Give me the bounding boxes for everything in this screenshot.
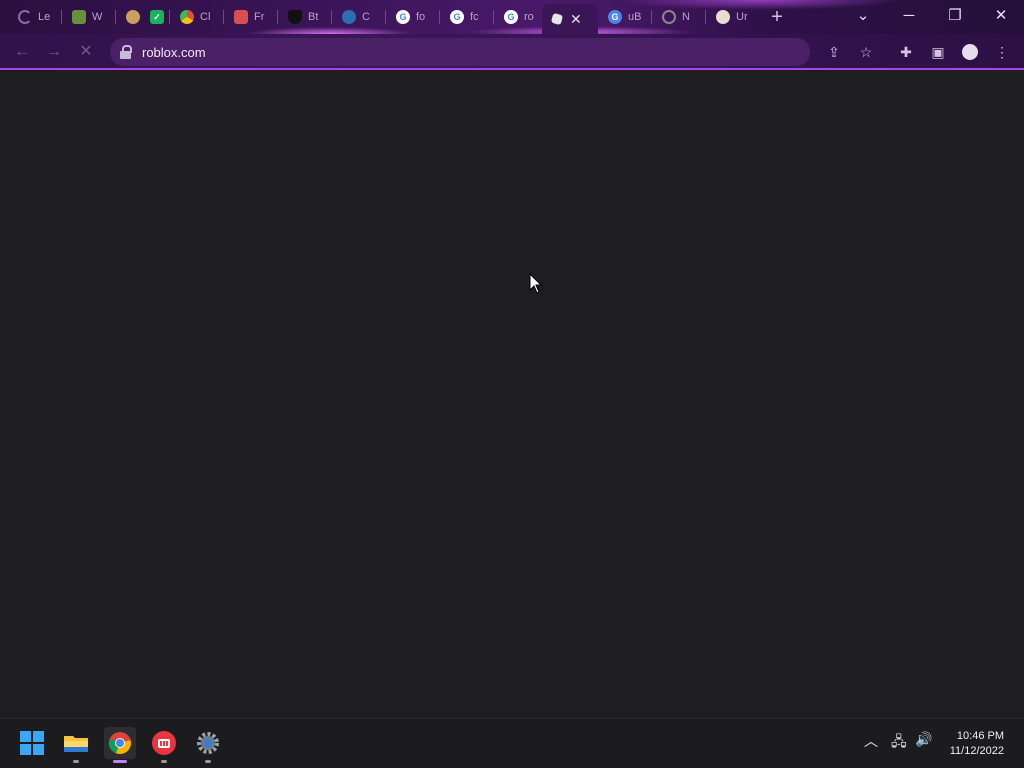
tab-title: fc — [470, 11, 479, 23]
clock-date: 11/12/2022 — [949, 745, 1004, 757]
clock-time: 10:46 PM — [956, 730, 1004, 742]
address-bar[interactable]: roblox.com — [110, 38, 810, 66]
network-button[interactable]: 🖧 — [891, 731, 907, 755]
riot-fist-icon — [152, 731, 176, 755]
lock-icon[interactable] — [120, 45, 132, 59]
side-panel-icon: ▣ — [931, 44, 945, 60]
tab-title: Fr — [254, 11, 265, 23]
tab-roblox-active[interactable]: ✕ — [542, 4, 598, 34]
store-icon — [234, 10, 248, 24]
extensions-button[interactable]: ✚ — [896, 42, 916, 62]
kebab-menu-icon: ⋮ — [995, 44, 1009, 60]
minecraft-block-icon — [72, 10, 86, 24]
stop-loading-button[interactable]: ✕ — [74, 40, 98, 64]
google-icon: G — [504, 10, 518, 24]
gear-icon — [197, 732, 219, 754]
close-icon: ✕ — [994, 7, 1008, 24]
tab-10[interactable]: G ro — [494, 4, 538, 30]
menu-button[interactable]: ⋮ — [992, 42, 1012, 62]
forward-button[interactable]: → — [42, 40, 66, 64]
page-content-area[interactable] — [0, 70, 1024, 718]
mouse-pointer-icon — [529, 272, 543, 294]
restore-button[interactable]: ❐ — [932, 0, 978, 30]
tab-2[interactable] — [116, 4, 140, 30]
google-icon: G — [450, 10, 464, 24]
close-tab-icon[interactable]: ✕ — [570, 11, 582, 28]
tab-title: Le — [38, 11, 51, 23]
chevron-down-icon: ⌄ — [856, 7, 870, 24]
volume-button[interactable]: 🔊 — [915, 731, 932, 748]
google-translate-icon: G — [608, 10, 622, 24]
chromium-icon — [180, 10, 194, 24]
tab-12[interactable]: G uB — [598, 4, 642, 30]
tab-13[interactable]: N — [652, 4, 696, 30]
tab-title: Cl — [200, 11, 211, 23]
windows-taskbar: ︿ 🖧 🔊 10:46 PM 11/12/2022 — [0, 718, 1024, 768]
new-tab-button[interactable]: + — [766, 6, 788, 28]
close-window-button[interactable]: ✕ — [978, 0, 1024, 30]
arrow-left-icon: ← — [14, 43, 30, 60]
minimize-button[interactable]: ─ — [886, 0, 932, 30]
tab-title: C — [362, 11, 370, 23]
bookmark-button[interactable]: ☆ — [856, 42, 876, 62]
taskbar-riot-client[interactable] — [148, 727, 180, 763]
network-icon: 🖧 — [891, 733, 907, 749]
restore-icon: ❐ — [948, 7, 962, 24]
arrow-right-icon: → — [46, 43, 62, 60]
puzzle-icon: ✚ — [900, 44, 912, 60]
tab-title: W — [92, 11, 103, 23]
chrome-icon — [108, 732, 131, 755]
star-icon: ☆ — [859, 44, 873, 60]
tab-6[interactable]: Bt — [278, 4, 322, 30]
tab-title: N — [682, 11, 690, 23]
tab-0[interactable]: Le — [8, 4, 52, 30]
browser-toolbar: ← → ✕ roblox.com ⇪ ☆ ✚ ▣ ⋮ — [0, 34, 1024, 70]
tab-4[interactable]: Cl — [170, 4, 214, 30]
taskbar-chrome[interactable] — [104, 727, 136, 763]
close-icon: ✕ — [79, 43, 93, 60]
tab-9[interactable]: G fc — [440, 4, 484, 30]
tab-title: uB — [628, 11, 642, 23]
tab-5[interactable]: Fr — [224, 4, 268, 30]
tab-14[interactable]: Ur — [706, 4, 750, 30]
steam-icon — [342, 10, 356, 24]
tab-title: ro — [524, 11, 534, 23]
tab-3[interactable]: ✓ — [140, 4, 164, 30]
browser-tab-strip: Le W ✓ Cl Fr Bt C G fo G fc G ro ✕ G uB … — [0, 0, 1024, 34]
tab-title: Ur — [736, 11, 748, 23]
google-icon: G — [396, 10, 410, 24]
volume-icon: 🔊 — [915, 731, 933, 747]
tab-7[interactable]: C — [332, 4, 376, 30]
address-url[interactable]: roblox.com — [142, 45, 206, 60]
colorful-app-icon — [126, 10, 140, 24]
windows-logo-icon — [20, 731, 44, 755]
tab-1[interactable]: W — [62, 4, 106, 30]
share-icon: ⇪ — [828, 44, 840, 60]
folder-icon — [64, 736, 88, 752]
back-button[interactable]: ← — [10, 40, 34, 64]
chrome-icon — [662, 10, 676, 24]
chevron-up-icon: ︿ — [864, 733, 878, 749]
tab-title: fo — [416, 11, 426, 23]
system-clock[interactable]: 10:46 PM 11/12/2022 — [950, 729, 1004, 759]
tab-search-button[interactable]: ⌄ — [840, 0, 886, 30]
checkmark-app-icon: ✓ — [150, 10, 164, 24]
roblox-icon — [550, 12, 564, 26]
loading-spinner-icon — [18, 10, 32, 24]
taskbar-settings[interactable] — [192, 727, 224, 763]
tab-title: Bt — [308, 11, 319, 23]
person-icon — [962, 44, 978, 60]
shield-icon — [288, 10, 302, 24]
account-circle-icon — [716, 10, 730, 24]
minimize-icon: ─ — [903, 6, 915, 24]
taskbar-file-explorer[interactable] — [60, 727, 92, 763]
start-button[interactable] — [16, 727, 48, 759]
tab-8[interactable]: G fo — [386, 4, 430, 30]
show-hidden-icons-button[interactable]: ︿ — [864, 731, 878, 751]
side-panel-button[interactable]: ▣ — [928, 42, 948, 62]
share-button[interactable]: ⇪ — [824, 42, 844, 62]
profile-button[interactable] — [960, 42, 980, 62]
